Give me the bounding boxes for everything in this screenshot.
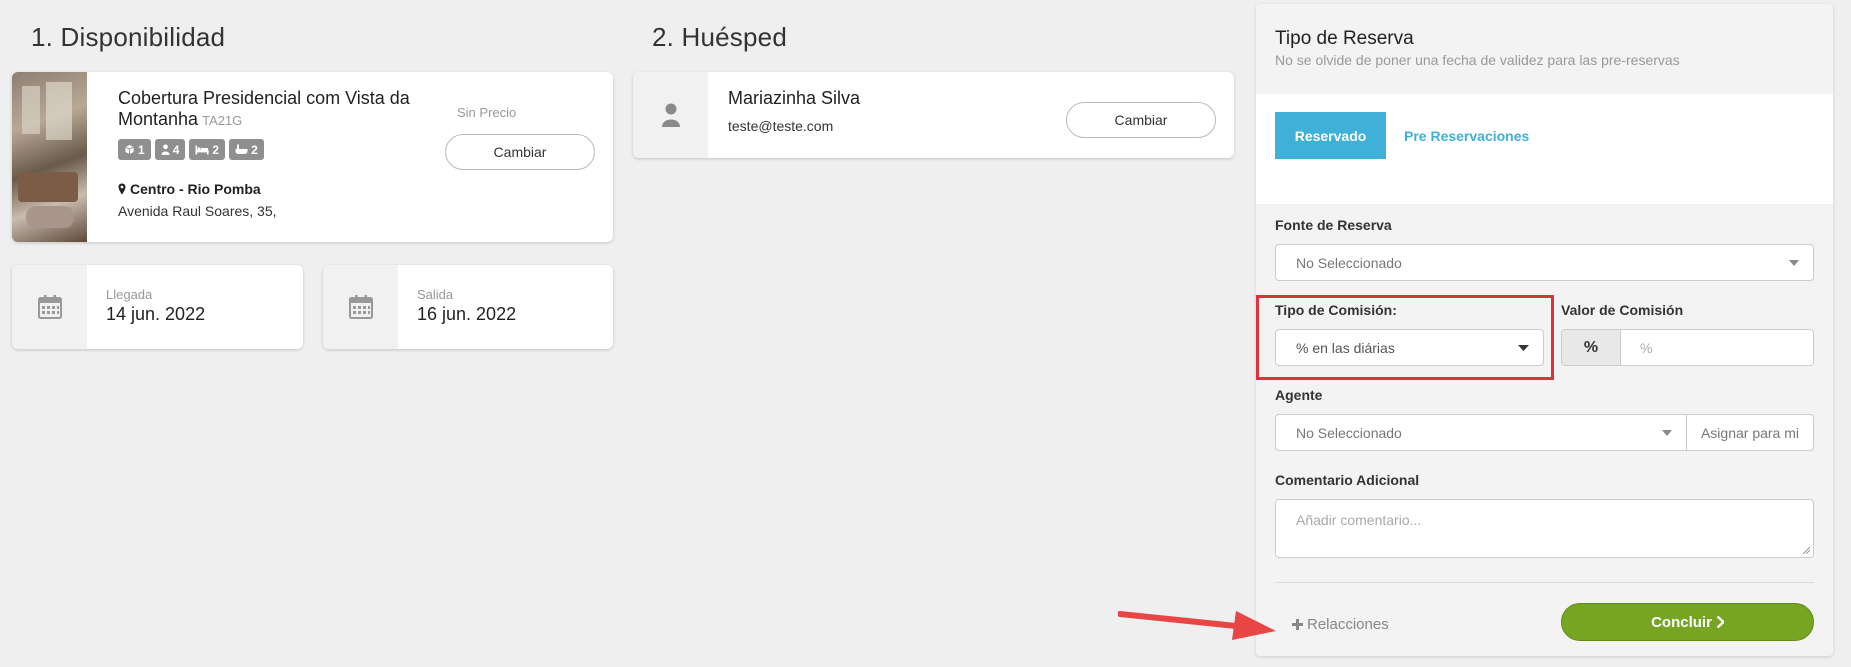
guest-card: Mariazinha Silva teste@teste.com Cambiar: [633, 72, 1234, 158]
relations-link[interactable]: Relacciones: [1292, 616, 1389, 633]
conclude-button[interactable]: Concluir: [1561, 603, 1814, 641]
badge-guests: 4: [154, 139, 186, 160]
price-label: Sin Precio: [457, 105, 517, 120]
comment-label: Comentario Adicional: [1275, 472, 1420, 488]
arrival-label: Llegada: [106, 287, 153, 302]
reservation-tabs: Reservado Pre Reservaciones: [1256, 94, 1833, 204]
property-badges: 1 4 2 2: [118, 139, 264, 160]
arrival-calendar-area: [12, 265, 87, 349]
source-select-value: No Seleccionado: [1296, 254, 1402, 271]
annotation-arrow-icon: [1118, 611, 1276, 640]
tab-reservado[interactable]: Reservado: [1275, 112, 1386, 159]
chevron-down-icon: [1662, 429, 1672, 436]
comment-placeholder: Añadir comentario...: [1296, 512, 1422, 528]
property-name: Cobertura Presidencial com Vista da Mont…: [118, 88, 410, 129]
chevron-right-icon: [1716, 616, 1724, 628]
agent-select[interactable]: No Seleccionado: [1275, 414, 1687, 451]
panel-subtitle: No se olvide de poner una fecha de valid…: [1275, 52, 1680, 68]
availability-title: 1. Disponibilidad: [31, 22, 226, 52]
commission-value-input[interactable]: %: [1640, 340, 1652, 356]
badge-baths: 2: [229, 139, 264, 160]
badge-units: 1: [118, 139, 151, 160]
calendar-icon: [348, 295, 373, 319]
departure-date-card[interactable]: Salida 16 jun. 2022: [323, 265, 613, 349]
cube-icon: [124, 144, 135, 155]
departure-value: 16 jun. 2022: [417, 304, 517, 324]
map-marker-icon: [118, 183, 126, 195]
source-select[interactable]: No Seleccionado: [1275, 244, 1814, 281]
commission-value-label: Valor de Comisión: [1561, 302, 1684, 318]
bath-icon: [235, 144, 248, 154]
assign-to-me-button[interactable]: Asignar para mi: [1686, 414, 1814, 451]
agent-select-value: No Seleccionado: [1296, 424, 1402, 441]
tab-pre-reservaciones[interactable]: Pre Reservaciones: [1404, 112, 1529, 159]
resize-handle-icon: [1802, 546, 1810, 554]
commission-type-highlight: [1256, 295, 1554, 380]
commission-value-group: % %: [1561, 329, 1814, 366]
arrival-value: 14 jun. 2022: [106, 304, 206, 324]
plus-icon: [1292, 619, 1303, 630]
guest-email: teste@teste.com: [728, 118, 834, 134]
percent-addon: %: [1562, 330, 1621, 365]
property-photo[interactable]: [12, 72, 87, 242]
calendar-icon: [37, 295, 62, 319]
property-location: Centro - Rio Pomba: [118, 181, 261, 197]
bed-icon: [195, 145, 209, 154]
comment-textarea[interactable]: Añadir comentario...: [1275, 499, 1814, 558]
change-guest-button[interactable]: Cambiar: [1066, 102, 1216, 138]
panel-title: Tipo de Reserva: [1275, 28, 1414, 49]
guest-title: 2. Huésped: [652, 22, 787, 52]
badge-beds: 2: [189, 139, 226, 160]
guest-avatar-area: [633, 72, 708, 158]
chevron-down-icon: [1789, 259, 1799, 266]
person-icon: [161, 144, 170, 155]
arrival-date-card[interactable]: Llegada 14 jun. 2022: [12, 265, 303, 349]
departure-calendar-area: [323, 265, 398, 349]
property-title: Cobertura Presidencial com Vista da Mont…: [118, 88, 448, 131]
source-label: Fonte de Reserva: [1275, 217, 1392, 233]
property-code: TA21G: [202, 113, 243, 128]
user-icon: [661, 103, 680, 127]
panel-divider: [1275, 582, 1814, 583]
property-address: Avenida Raul Soares, 35,: [118, 203, 277, 219]
property-card: Cobertura Presidencial com Vista da Mont…: [12, 72, 613, 242]
change-property-button[interactable]: Cambiar: [445, 134, 595, 170]
agent-label: Agente: [1275, 387, 1323, 403]
guest-name: Mariazinha Silva: [728, 88, 861, 108]
departure-label: Salida: [417, 287, 454, 302]
